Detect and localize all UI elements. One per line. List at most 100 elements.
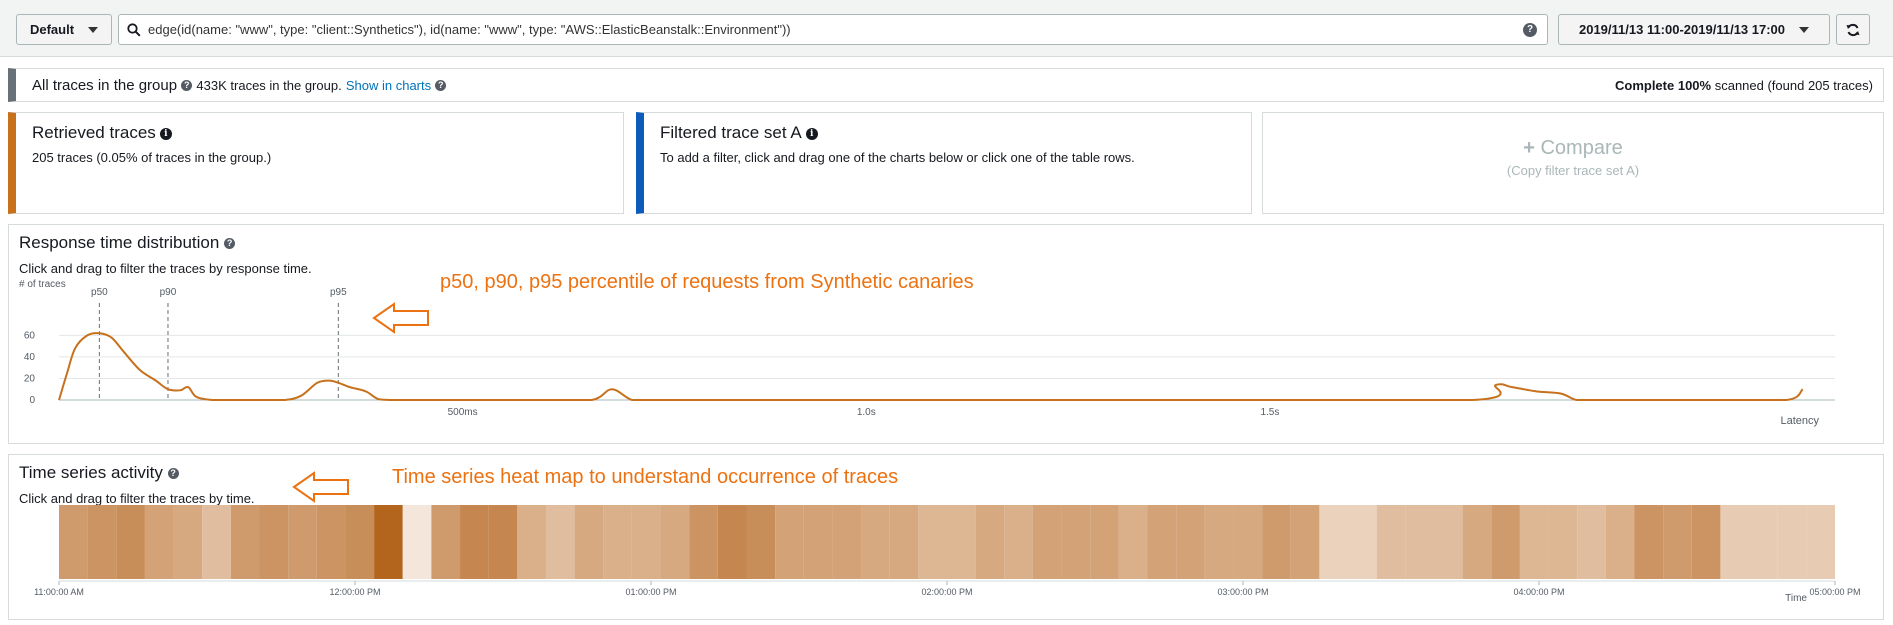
heatmap-cell (918, 505, 947, 579)
group-select-button[interactable]: Default (16, 14, 112, 45)
time-series-annotation: Time series heat map to understand occur… (392, 466, 899, 488)
query-input[interactable]: edge(id(name: "www", type: "client::Synt… (118, 14, 1548, 45)
heatmap-cell (975, 505, 1005, 579)
heatmap-cell (1348, 505, 1377, 579)
y-tick-label: 60 (24, 330, 36, 341)
heatmap-cell (1376, 505, 1406, 579)
heatmap-cell (1691, 505, 1721, 579)
filtered-trace-set-hint: To add a filter, click and drag one of t… (660, 150, 1135, 165)
arrow-left-icon (372, 302, 429, 334)
heatmap-cell (1548, 505, 1578, 579)
heatmap-cell (1147, 505, 1177, 579)
heatmap-cell (803, 505, 833, 579)
heatmap-cell (1204, 505, 1234, 579)
x-tick-label: 05:00:00 PM (1809, 587, 1860, 597)
heatmap-cell (345, 505, 375, 579)
heatmap-cell (832, 505, 862, 579)
heatmap-cell (660, 505, 690, 579)
group-select-label: Default (29, 22, 75, 37)
heatmap-cell (1806, 505, 1835, 579)
heatmap-cell (1233, 505, 1263, 579)
search-icon (127, 22, 141, 37)
retrieved-traces-title: Retrieved traces (32, 123, 156, 142)
heatmap-cell (1004, 505, 1033, 579)
heatmap-cell (116, 505, 145, 579)
x-axis-label: Latency (1780, 415, 1819, 427)
info-icon[interactable]: i (159, 128, 172, 140)
x-tick-label: 12:00:00 PM (329, 587, 380, 597)
scan-status: Complete 100% scanned (found 205 traces) (1614, 77, 1873, 93)
heatmap-cell (1577, 505, 1606, 579)
heatmap-cell (1319, 505, 1349, 579)
heatmap-cell (631, 505, 661, 579)
group-summary-bar: All traces in the group ? 433K traces in… (8, 68, 1884, 102)
heatmap-cell (1749, 505, 1778, 579)
date-range-button[interactable]: 2019/11/13 11:00-2019/11/13 17:00 (1558, 14, 1830, 45)
y-tick-label: 0 (29, 395, 35, 406)
query-text: edge(id(name: "www", type: "client::Synt… (148, 22, 791, 37)
heatmap-cell (1777, 505, 1807, 579)
heatmap-cell (144, 505, 174, 579)
heatmap-cell (259, 505, 289, 579)
heatmap-cell (1519, 505, 1549, 579)
heatmap-cell (1405, 505, 1434, 579)
heatmap-cell (574, 505, 604, 579)
show-in-charts-link[interactable]: Show in charts (346, 78, 431, 93)
response-annotation: p50, p90, p95 percentile of requests fro… (440, 271, 974, 293)
time-series-heatmap[interactable]: 11:00:00 AM 12:00:00 PM 01:00:00 PM 02:00:0… (9, 455, 1883, 619)
help-icon[interactable]: ? (435, 80, 447, 92)
heatmap-cell (1634, 505, 1664, 579)
heatmap-cell (717, 505, 747, 579)
heatmap-cell (1061, 505, 1091, 579)
x-tick-label: 1.5s (1260, 407, 1279, 418)
compare-card[interactable]: + Compare (Copy filter trace set A) (1262, 112, 1884, 214)
heatmap-cell (603, 505, 632, 579)
help-icon[interactable]: ? (1523, 23, 1537, 37)
heatmap-cell (1462, 505, 1492, 579)
help-icon[interactable]: ? (181, 80, 193, 92)
refresh-button[interactable] (1836, 14, 1870, 45)
x-tick-label: 01:00:00 PM (625, 587, 676, 597)
heatmap-cell (517, 505, 546, 579)
y-tick-label: 40 (24, 352, 36, 363)
heatmap-cell (1605, 505, 1635, 579)
heatmap-cell (431, 505, 461, 579)
response-time-panel: Response time distribution ? Click and d… (8, 224, 1884, 444)
compare-sub: (Copy filter trace set A) (1506, 163, 1640, 178)
percentile-label: p50 (91, 287, 108, 298)
heatmap-cell (1118, 505, 1148, 579)
retrieved-traces-card[interactable]: Retrieved traces i 205 traces (0.05% of t… (8, 112, 624, 214)
heatmap-cell (402, 505, 432, 579)
heatmap-cell (1176, 505, 1205, 579)
x-tick-label: 1.0s (857, 407, 876, 418)
heatmap-cell (59, 505, 88, 579)
x-tick-label: 500ms (448, 407, 478, 418)
compare-title: Compare (1540, 137, 1623, 159)
group-title: All traces in the group (32, 76, 178, 94)
heatmap-cell (775, 505, 804, 579)
filtered-trace-set-title: Filtered trace set A (660, 123, 802, 142)
refresh-icon (1846, 23, 1860, 36)
arrow-left-icon (292, 471, 349, 503)
heatmap-cell (689, 505, 718, 579)
response-time-chart[interactable]: # of traces 0 20 40 60 500ms 1.0s 1.5s Latency p5… (9, 225, 1883, 443)
heatmap-cell (545, 505, 575, 579)
heatmap-cell (1262, 505, 1291, 579)
heatmap-cell (374, 505, 403, 579)
y-tick-label: 20 (24, 373, 36, 384)
heatmap-cell (1491, 505, 1520, 579)
x-tick-label: 11:00:00 AM (34, 587, 84, 597)
y-axis-label: # of traces (19, 279, 66, 290)
heatmap-cell (488, 505, 518, 579)
percentile-label: p95 (330, 287, 347, 298)
latency-distribution-line (58, 332, 1804, 402)
info-icon[interactable]: i (805, 128, 818, 140)
heatmap-cell (1290, 505, 1320, 579)
heatmap-cell (947, 505, 976, 579)
chevron-down-icon (88, 26, 99, 33)
filtered-trace-set-card[interactable]: Filtered trace set Ai To add a filter, c… (636, 112, 1252, 214)
heatmap-cell (173, 505, 203, 579)
time-series-panel: Time series activity ? Click and drag to… (8, 454, 1884, 620)
toolbar: Default edge(id(name: "www", type: "clie… (0, 0, 1893, 57)
heatmap-cell (1720, 505, 1750, 579)
